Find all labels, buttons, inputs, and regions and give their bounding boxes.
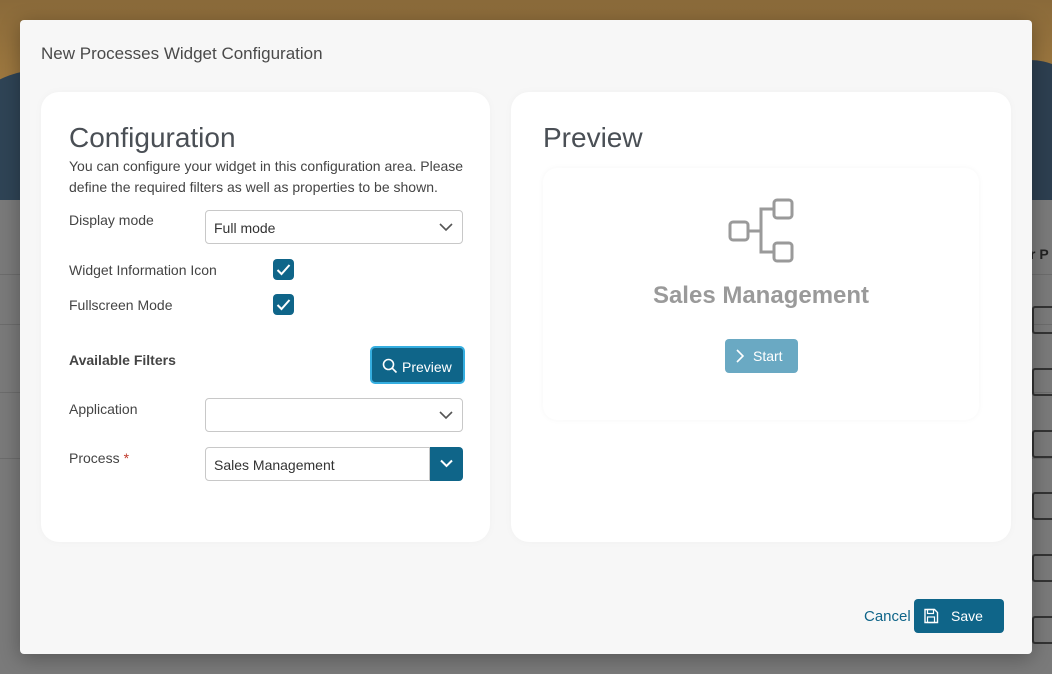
process-icon [1032, 306, 1052, 334]
process-flow-icon [728, 198, 794, 263]
widget-configuration-dialog: New Processes Widget Configuration Confi… [20, 20, 1032, 654]
configuration-panel: Configuration You can configure your wid… [41, 92, 490, 542]
widget-info-icon-checkbox[interactable] [273, 259, 294, 280]
chevron-down-icon [439, 411, 453, 420]
preview-button[interactable]: Preview [370, 346, 465, 384]
display-mode-label: Display mode [69, 212, 154, 228]
chevron-right-icon [736, 349, 744, 363]
process-label-text: Process [69, 450, 120, 466]
process-icon [1032, 616, 1052, 644]
start-button-label: Start [753, 348, 783, 364]
display-mode-select[interactable]: Full mode [205, 210, 463, 244]
checkmark-icon [276, 299, 291, 311]
cancel-button[interactable]: Cancel [864, 608, 911, 625]
search-icon [382, 358, 398, 374]
widget-info-icon-label: Widget Information Icon [69, 262, 217, 278]
floppy-disk-icon [924, 608, 939, 624]
process-icon [1032, 554, 1052, 582]
preview-widget: Sales Management Start [543, 168, 979, 420]
preview-heading: Preview [543, 122, 643, 153]
process-icon [1032, 368, 1052, 396]
start-button[interactable]: Start [725, 339, 798, 373]
application-select[interactable] [205, 398, 463, 432]
checkmark-icon [276, 264, 291, 276]
process-icon [1032, 430, 1052, 458]
save-button-label: Save [951, 608, 983, 624]
preview-button-label: Preview [402, 359, 452, 375]
display-mode-value: Full mode [214, 220, 276, 236]
fullscreen-mode-label: Fullscreen Mode [69, 297, 173, 313]
process-icon [1032, 492, 1052, 520]
available-filters-label: Available Filters [69, 352, 176, 368]
chevron-down-icon [440, 459, 453, 468]
save-button[interactable]: Save [914, 599, 1004, 633]
application-label: Application [69, 401, 138, 417]
process-label: Process * [69, 450, 129, 466]
configuration-description: You can configure your widget in this co… [69, 158, 464, 195]
process-dropdown-button[interactable] [430, 447, 463, 481]
dialog-title: New Processes Widget Configuration [41, 44, 323, 63]
process-value: Sales Management [214, 457, 335, 473]
chevron-down-icon [439, 223, 453, 232]
background-partial-heading: r P [1030, 246, 1049, 262]
configuration-heading: Configuration [69, 122, 236, 153]
preview-panel: Preview Sales Management Start [511, 92, 1011, 542]
process-select[interactable]: Sales Management [205, 447, 430, 481]
required-asterisk: * [123, 450, 130, 466]
preview-process-name: Sales Management [652, 282, 870, 309]
fullscreen-mode-checkbox[interactable] [273, 294, 294, 315]
